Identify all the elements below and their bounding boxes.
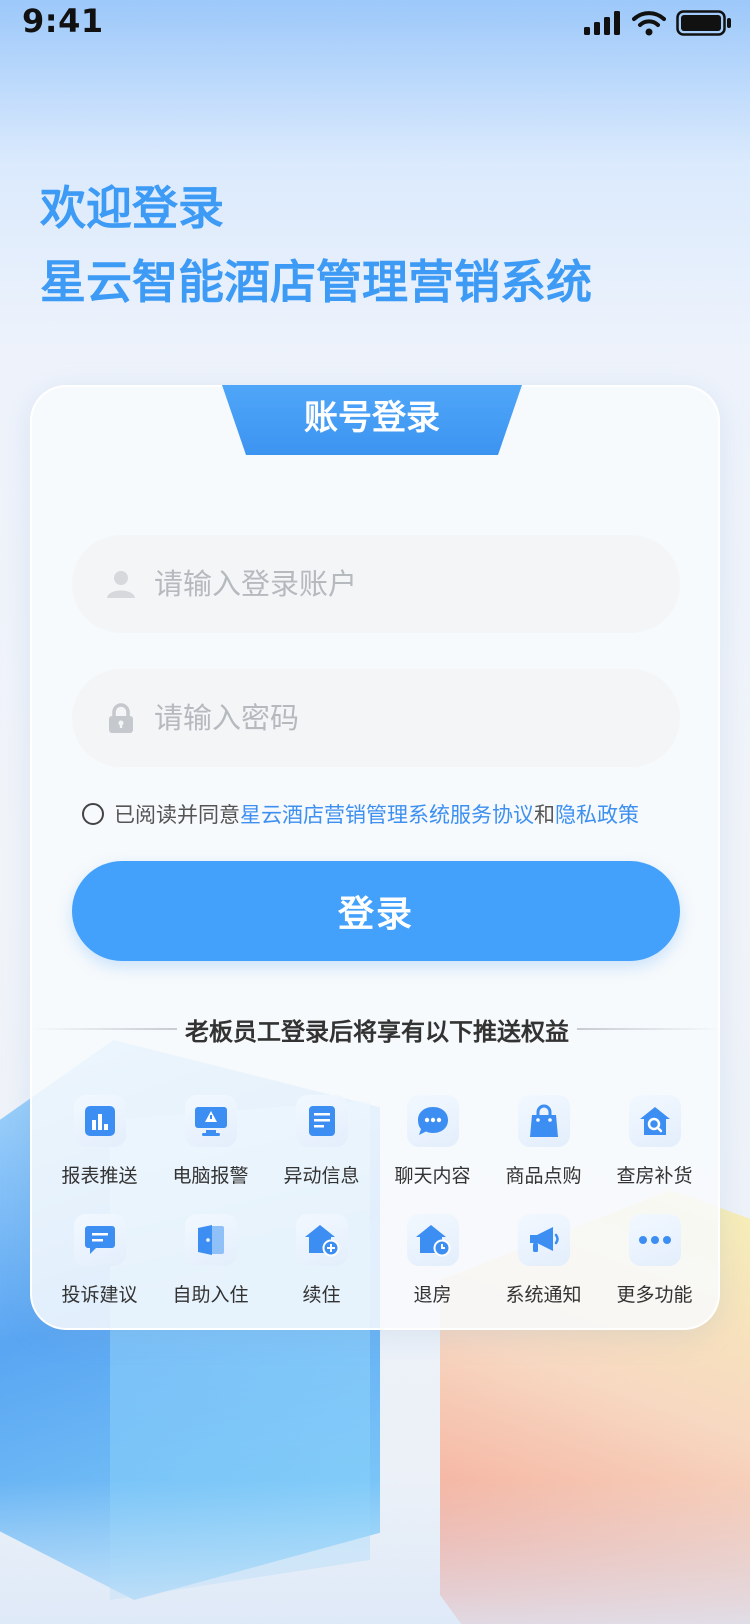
- shopping-bag-icon: [517, 1095, 570, 1147]
- cellular-signal-icon: [584, 11, 620, 35]
- feature-label: 电脑报警: [172, 1165, 249, 1187]
- feature-product-order[interactable]: 商品点购: [488, 1095, 599, 1188]
- agreement-connector: 和: [534, 803, 555, 827]
- chat-bubble-icon: [406, 1095, 459, 1147]
- feature-chat-content[interactable]: 聊天内容: [377, 1095, 488, 1188]
- privacy-link[interactable]: 隐私政策: [555, 799, 639, 829]
- door-icon: [184, 1214, 237, 1266]
- user-icon: [106, 568, 136, 600]
- feature-label: 异动信息: [283, 1165, 360, 1187]
- feature-label: 投诉建议: [61, 1284, 138, 1306]
- more-dots-icon: [628, 1214, 681, 1266]
- status-icons: [584, 10, 732, 36]
- account-input-field[interactable]: [72, 535, 680, 633]
- account-login-tab[interactable]: 账号登录: [222, 385, 522, 455]
- feature-system-notice[interactable]: 系统通知: [488, 1214, 599, 1307]
- decorative-floor: [0, 1480, 750, 1624]
- house-add-icon: [295, 1214, 348, 1266]
- feature-label: 更多功能: [616, 1284, 693, 1306]
- message-icon: [73, 1214, 126, 1266]
- divider-left: [32, 1028, 177, 1030]
- document-icon: [295, 1095, 348, 1147]
- status-time: 9:41: [22, 2, 104, 40]
- feature-complaint[interactable]: 投诉建议: [44, 1214, 155, 1307]
- bar-chart-icon: [73, 1095, 126, 1147]
- feature-label: 商品点购: [505, 1165, 582, 1187]
- computer-alarm-icon: [184, 1095, 237, 1147]
- feature-label: 续住: [302, 1284, 341, 1306]
- login-button[interactable]: 登录: [72, 861, 680, 961]
- login-card: 账号登录 已阅读并同意 星云酒店营销管理系统服务协议 和 隐私政策 登录: [30, 385, 722, 1330]
- benefits-title: 老板员工登录后将享有以下推送权益: [185, 1017, 569, 1046]
- password-input[interactable]: [154, 701, 634, 735]
- house-search-icon: [628, 1095, 681, 1147]
- battery-icon: [676, 10, 731, 36]
- feature-change-info[interactable]: 异动信息: [266, 1095, 377, 1188]
- system-name: 星云智能酒店管理营销系统: [40, 255, 592, 309]
- feature-self-checkin[interactable]: 自助入住: [155, 1214, 266, 1307]
- feature-checkout[interactable]: 退房: [377, 1214, 488, 1307]
- benefits-heading: 老板员工登录后将享有以下推送权益: [32, 1009, 722, 1049]
- divider-right: [577, 1028, 722, 1030]
- feature-label: 聊天内容: [394, 1165, 471, 1187]
- lock-icon: [106, 702, 136, 734]
- feature-label: 自助入住: [172, 1284, 249, 1306]
- feature-label: 系统通知: [505, 1284, 582, 1306]
- feature-computer-alarm[interactable]: 电脑报警: [155, 1095, 266, 1188]
- status-bar: 9:41: [0, 0, 750, 50]
- wifi-icon: [632, 11, 666, 36]
- feature-label: 退房: [413, 1284, 452, 1306]
- feature-room-check[interactable]: 查房补货: [599, 1095, 710, 1188]
- account-login-tab-label: 账号登录: [304, 398, 440, 438]
- house-clock-icon: [406, 1214, 459, 1266]
- account-input[interactable]: [154, 567, 634, 601]
- terms-link[interactable]: 星云酒店营销管理系统服务协议: [240, 799, 534, 829]
- feature-report-push[interactable]: 报表推送: [44, 1095, 155, 1188]
- feature-label: 报表推送: [61, 1165, 138, 1187]
- agreement-prefix: 已阅读并同意: [114, 803, 240, 827]
- password-input-field[interactable]: [72, 669, 680, 767]
- welcome-title: 欢迎登录: [40, 181, 224, 235]
- agreement-radio[interactable]: [82, 803, 104, 825]
- feature-extend-stay[interactable]: 续住: [266, 1214, 377, 1307]
- megaphone-icon: [517, 1214, 570, 1266]
- feature-label: 查房补货: [616, 1165, 693, 1187]
- feature-more[interactable]: 更多功能: [599, 1214, 710, 1307]
- feature-grid: 报表推送 电脑报警 异动信息 聊天内容 商品点购 查房补货 投诉建议 自助入住 …: [44, 1095, 710, 1307]
- welcome-heading: 欢迎登录 星云智能酒店管理营销系统: [40, 180, 592, 310]
- agreement-row: 已阅读并同意 星云酒店营销管理系统服务协议 和 隐私政策: [82, 799, 702, 829]
